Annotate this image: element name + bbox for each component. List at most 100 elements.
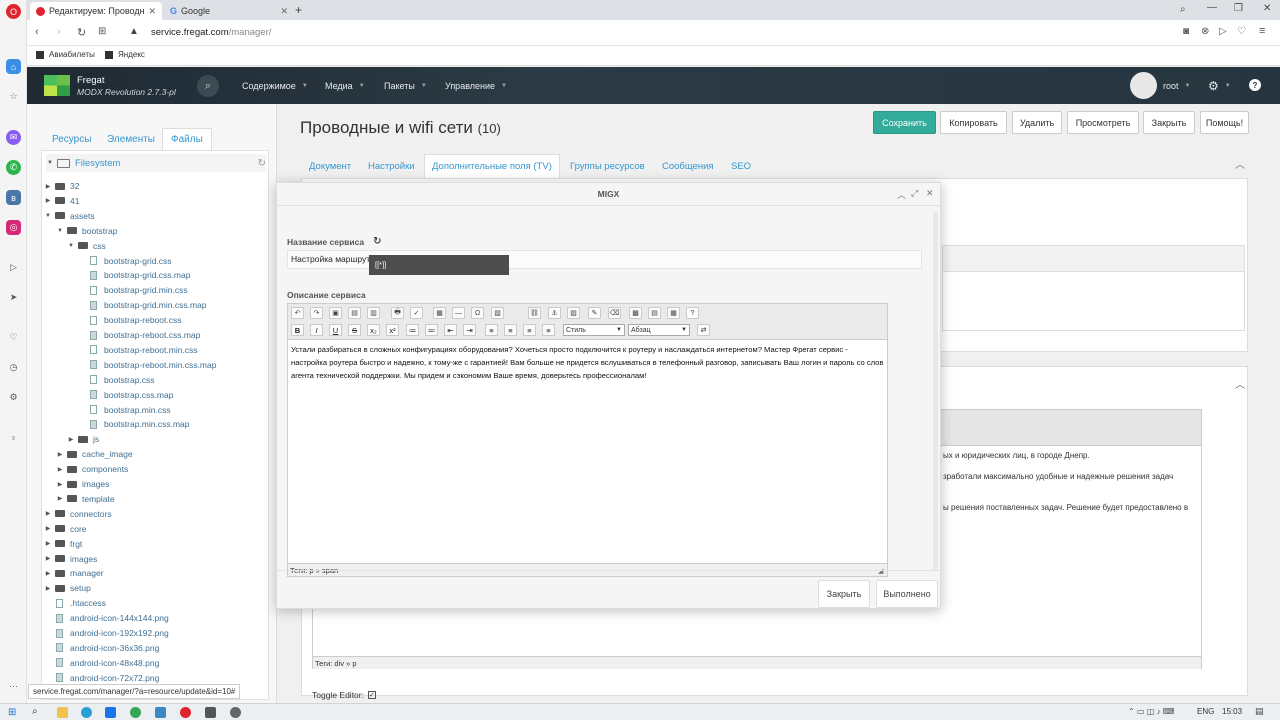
chevron-right-icon[interactable]: ▶ bbox=[44, 555, 52, 562]
table-icon[interactable]: ▨ bbox=[567, 307, 580, 319]
chevron-down-icon[interactable]: ▼ bbox=[67, 243, 75, 249]
tree-folder[interactable]: ▶ template bbox=[56, 492, 115, 506]
italic-icon[interactable]: I bbox=[310, 324, 323, 336]
chevron-right-icon[interactable]: ▶ bbox=[56, 495, 64, 502]
maximize-icon[interactable]: ❐ bbox=[1234, 3, 1243, 14]
heart-icon[interactable]: ♡ bbox=[6, 330, 21, 345]
tab-document[interactable]: Документ bbox=[302, 154, 358, 178]
clear-icon[interactable]: ⌫ bbox=[608, 307, 621, 319]
browser-tab-google[interactable]: G Google ✕ bbox=[164, 2, 294, 20]
tree-folder[interactable]: ▶ cache_image bbox=[56, 447, 133, 461]
chevron-right-icon[interactable]: ▶ bbox=[56, 451, 64, 458]
align-center-icon[interactable]: ≡ bbox=[504, 324, 517, 336]
toggle-editor-checkbox[interactable]: ✓ bbox=[367, 691, 376, 699]
user-menu[interactable]: root ▼ bbox=[1163, 67, 1190, 104]
chevron-right-icon[interactable]: ▶ bbox=[56, 481, 64, 488]
gear-icon[interactable]: ⚙ ▼ bbox=[1208, 67, 1231, 104]
chevron-right-icon[interactable]: ▶ bbox=[44, 525, 52, 532]
search-icon[interactable]: ⌕ bbox=[32, 706, 38, 717]
tree-folder[interactable]: ▶ js bbox=[67, 432, 99, 446]
vpn-icon[interactable]: ▷ bbox=[1219, 26, 1227, 37]
print-icon[interactable]: 🖶 bbox=[391, 307, 404, 319]
minimize-icon[interactable]: — bbox=[1207, 2, 1217, 13]
chevron-down-icon[interactable]: ▼ bbox=[56, 228, 64, 234]
tree-folder[interactable]: ▶ images bbox=[44, 552, 98, 566]
tree-folder[interactable]: ▶ connectors bbox=[44, 507, 112, 521]
tree-file[interactable]: bootstrap.min.css.map bbox=[78, 417, 190, 431]
collapse-icon[interactable]: ︿ bbox=[1235, 376, 1245, 391]
preview-button[interactable]: Просмотреть bbox=[1067, 111, 1139, 134]
send-icon[interactable]: ➤ bbox=[6, 290, 21, 305]
resize-handle-icon[interactable]: ◢ bbox=[878, 567, 883, 575]
close-window-icon[interactable]: ✕ bbox=[1263, 3, 1271, 14]
history-icon[interactable]: ◷ bbox=[6, 360, 21, 375]
style-select[interactable]: Стиль ▼ bbox=[563, 324, 625, 336]
whatsapp-icon[interactable]: ✆ bbox=[6, 160, 21, 175]
hr-icon[interactable]: — bbox=[452, 307, 465, 319]
tree-folder[interactable]: ▼ assets bbox=[44, 209, 95, 223]
telegram-icon[interactable] bbox=[81, 707, 92, 718]
redo-icon[interactable]: ↷ bbox=[310, 307, 323, 319]
file-explorer-icon[interactable] bbox=[57, 707, 68, 718]
strike-icon[interactable]: S bbox=[348, 324, 361, 336]
chrome-icon[interactable] bbox=[130, 707, 141, 718]
toggle-toolbar-icon[interactable]: ⇄ bbox=[697, 324, 710, 336]
settings-icon[interactable] bbox=[230, 707, 241, 718]
collapse-icon[interactable]: ︿ bbox=[897, 188, 906, 201]
tree-file[interactable]: bootstrap.min.css bbox=[78, 403, 171, 417]
close-icon[interactable]: ✕ bbox=[926, 188, 934, 199]
bold-icon[interactable]: B bbox=[291, 324, 304, 336]
logo-icon[interactable] bbox=[44, 75, 70, 96]
vk-icon[interactable]: в bbox=[6, 190, 21, 205]
superscript-icon[interactable]: x² bbox=[386, 324, 399, 336]
indent-icon[interactable]: ⇥ bbox=[463, 324, 476, 336]
description-text[interactable]: Устали разбираться в сложных конфигураци… bbox=[291, 344, 885, 382]
tree-file[interactable]: bootstrap-reboot.min.css bbox=[78, 343, 198, 357]
tree-file[interactable]: android-icon-72x72.png bbox=[44, 671, 159, 685]
settings-icon[interactable]: ⚙ bbox=[6, 390, 21, 405]
number-list-icon[interactable]: ≕ bbox=[425, 324, 438, 336]
tree-file[interactable]: bootstrap-reboot.min.css.map bbox=[78, 358, 216, 372]
tree-folder[interactable]: ▶ 41 bbox=[44, 194, 80, 208]
nav-packages[interactable]: Пакеты ▼ bbox=[384, 67, 427, 104]
tree-file[interactable]: bootstrap-grid.min.css.map bbox=[78, 298, 207, 312]
player-icon[interactable]: ▷ bbox=[6, 260, 21, 275]
app-icon[interactable] bbox=[205, 707, 216, 718]
chevron-right-icon[interactable]: ▶ bbox=[44, 183, 52, 190]
help-icon[interactable]: ? bbox=[1249, 79, 1261, 91]
chevron-down-icon[interactable]: ▼ bbox=[44, 213, 52, 219]
tab-files[interactable]: Файлы bbox=[162, 128, 212, 150]
tab-seo[interactable]: SEO bbox=[724, 154, 758, 178]
justify-icon[interactable]: ≡ bbox=[542, 324, 555, 336]
tree-file[interactable]: android-icon-36x36.png bbox=[44, 641, 159, 655]
tree-file[interactable]: bootstrap.css bbox=[78, 373, 155, 387]
chevron-right-icon[interactable]: ▶ bbox=[44, 197, 52, 204]
collapse-icon[interactable]: ︿ bbox=[1235, 156, 1245, 171]
tab-elements[interactable]: Элементы bbox=[99, 128, 163, 150]
search-tabs-icon[interactable]: ⌕ bbox=[1180, 4, 1186, 15]
help-icon[interactable]: ? bbox=[686, 307, 699, 319]
spellcheck-icon[interactable]: ✓ bbox=[410, 307, 423, 319]
tree-file[interactable]: .htaccess bbox=[44, 596, 106, 610]
nav-media[interactable]: Медиа ▼ bbox=[325, 67, 365, 104]
bookmark-icon[interactable]: ☆ bbox=[6, 89, 21, 104]
scrollbar[interactable] bbox=[933, 211, 938, 571]
tree-file[interactable]: bootstrap.css.map bbox=[78, 388, 173, 402]
app-icon[interactable] bbox=[155, 707, 166, 718]
tab-messages[interactable]: Сообщения bbox=[655, 154, 721, 178]
language-indicator[interactable]: ENG bbox=[1197, 707, 1214, 716]
char-icon[interactable]: Ω bbox=[471, 307, 484, 319]
tab-tv[interactable]: Дополнительные поля (TV) bbox=[424, 154, 560, 178]
modal-done-button[interactable]: Выполнено bbox=[876, 580, 938, 608]
warning-icon[interactable]: ▲ bbox=[129, 26, 139, 37]
app-icon[interactable] bbox=[105, 707, 116, 718]
heart-icon[interactable]: ♡ bbox=[1237, 26, 1246, 37]
modal-close-button[interactable]: Закрыть bbox=[818, 580, 870, 608]
tree-folder[interactable]: ▼ css bbox=[67, 239, 106, 253]
tree-folder[interactable]: ▼ bootstrap bbox=[56, 224, 117, 238]
home-icon[interactable]: ⌂ bbox=[6, 59, 21, 74]
paste-text-icon[interactable]: ▣ bbox=[329, 307, 342, 319]
tab-settings[interactable]: Настройки bbox=[361, 154, 422, 178]
tree-folder[interactable]: ▶ frgt bbox=[44, 537, 83, 551]
tree-file[interactable]: bootstrap-grid.css bbox=[78, 254, 172, 268]
